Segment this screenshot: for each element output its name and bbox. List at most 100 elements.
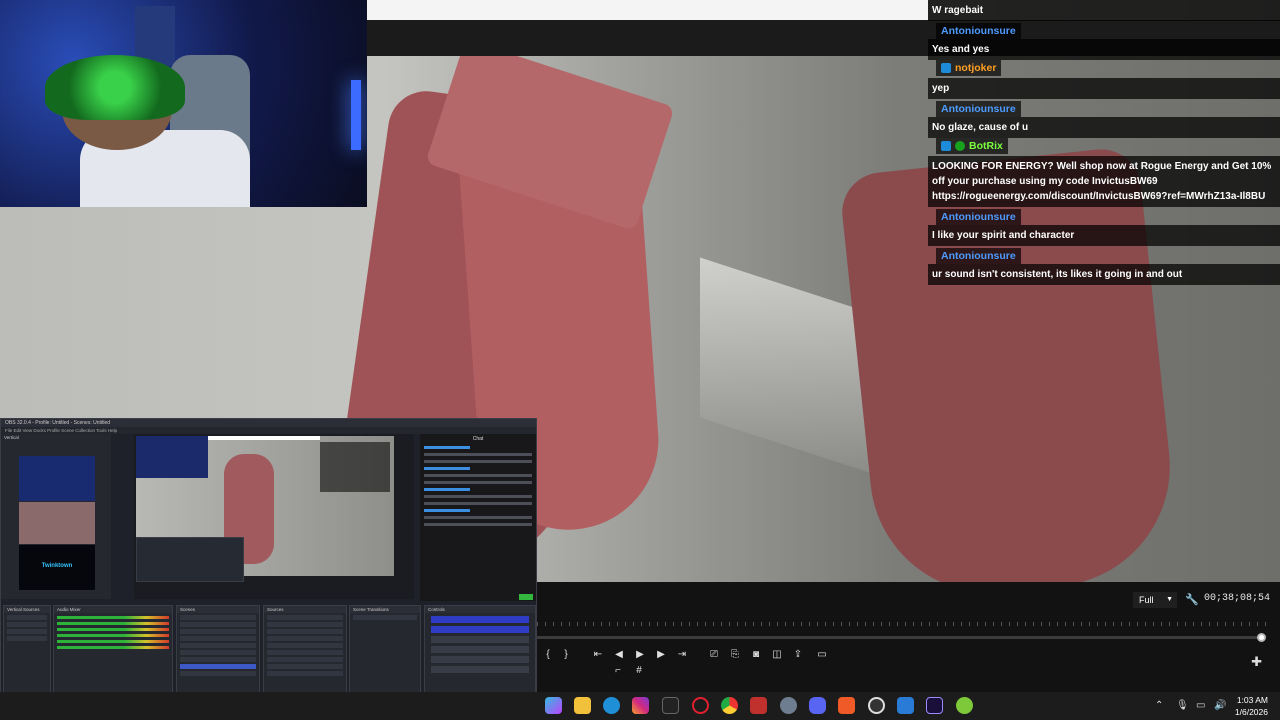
audio-meter[interactable] xyxy=(57,628,169,631)
bot-badge-icon xyxy=(941,141,951,151)
source-row[interactable] xyxy=(267,622,343,627)
step-forward-icon[interactable]: ▶ xyxy=(654,649,668,661)
step-back-icon[interactable]: ◀ xyxy=(612,649,626,661)
wrench-icon[interactable]: 🔧 xyxy=(1185,594,1199,606)
copilot-icon[interactable] xyxy=(545,697,562,714)
obs-chat-send-button[interactable] xyxy=(519,594,533,600)
snap-icon[interactable]: ⌐ xyxy=(611,665,625,677)
chat-username[interactable]: BotRix xyxy=(969,140,1003,152)
audio-meter[interactable] xyxy=(57,622,169,625)
scene-row[interactable] xyxy=(180,615,256,620)
obs-program-view[interactable] xyxy=(134,434,414,599)
chat-username[interactable]: Antoniounsure xyxy=(941,103,1016,115)
timeline-ruler[interactable] xyxy=(537,622,1272,626)
safe-margins-icon[interactable]: ▭ xyxy=(815,649,829,661)
obs-vertical-preview[interactable]: Vertical Twinktown xyxy=(1,434,111,599)
camera-icon[interactable]: ◙ xyxy=(749,649,763,661)
scrubber-handle[interactable] xyxy=(1257,633,1266,642)
compare-icon[interactable]: ◫ xyxy=(770,649,784,661)
scene-row[interactable] xyxy=(180,636,256,641)
obs-chat-dock[interactable]: Chat xyxy=(420,434,536,604)
edge-icon[interactable] xyxy=(603,697,620,714)
video-icon[interactable] xyxy=(750,697,767,714)
brave-icon[interactable] xyxy=(838,697,855,714)
file-explorer-icon[interactable] xyxy=(574,697,591,714)
go-to-in-icon[interactable]: ⇤ xyxy=(591,649,605,661)
start-replay-button[interactable] xyxy=(431,636,529,643)
next-icon[interactable] xyxy=(662,697,679,714)
discord-icon[interactable] xyxy=(809,697,826,714)
settings-button[interactable] xyxy=(431,666,529,673)
virtual-camera-button[interactable] xyxy=(431,646,529,653)
play-icon[interactable]: ▶ xyxy=(633,649,647,661)
obs-dock-scenes[interactable]: Scenes xyxy=(176,605,260,705)
audio-meter[interactable] xyxy=(57,640,169,643)
opera-icon[interactable] xyxy=(692,697,709,714)
chat-username[interactable]: Antoniounsure xyxy=(941,250,1016,262)
start-recording-button[interactable] xyxy=(431,626,529,633)
chat-message: notjoker yep xyxy=(928,60,1280,99)
chevron-up-icon[interactable]: ⌃ xyxy=(1155,700,1163,711)
dock-header: Scene Transitions xyxy=(350,606,420,613)
obs-menu-bar[interactable]: File Edit View Docks Profile Scene Colle… xyxy=(1,427,536,434)
scene-row[interactable] xyxy=(180,643,256,648)
scene-row[interactable] xyxy=(180,671,256,676)
source-row[interactable] xyxy=(267,664,343,669)
add-button-icon[interactable]: ✚ xyxy=(1251,654,1262,670)
chat-text: No glaze, cause of u xyxy=(928,117,1280,138)
microphone-icon[interactable]: 🎙 xyxy=(1176,700,1189,711)
display-icon[interactable]: ▭ xyxy=(1196,700,1205,711)
quality-select[interactable]: Full ▼ xyxy=(1133,592,1177,608)
source-row[interactable] xyxy=(267,629,343,634)
obs-window[interactable]: OBS 32.0.4 - Profile: Untitled - Scenes:… xyxy=(0,418,537,718)
stop-streaming-button[interactable] xyxy=(431,616,529,623)
source-row[interactable] xyxy=(267,643,343,648)
studio-mode-button[interactable] xyxy=(431,656,529,663)
chrome-icon[interactable] xyxy=(721,697,738,714)
dock-row[interactable] xyxy=(7,622,47,627)
source-row[interactable] xyxy=(267,636,343,641)
chat-username[interactable]: notjoker xyxy=(955,62,996,74)
audio-meter[interactable] xyxy=(57,634,169,637)
photos-icon[interactable] xyxy=(897,697,914,714)
scrubber-track[interactable] xyxy=(537,636,1265,639)
volume-icon[interactable]: 🔊 xyxy=(1214,700,1226,711)
chat-username[interactable]: Antoniounsure xyxy=(941,25,1016,37)
grid-icon[interactable]: # xyxy=(632,665,646,677)
extract-icon[interactable]: ⎘ xyxy=(728,649,742,661)
audio-meter[interactable] xyxy=(57,646,169,649)
obs-dock-scene-transitions[interactable]: Scene Transitions xyxy=(349,605,421,705)
source-row[interactable] xyxy=(267,650,343,655)
dock-row[interactable] xyxy=(7,615,47,620)
mark-in-icon[interactable]: { xyxy=(541,649,555,661)
export-frame-icon[interactable]: ⇪ xyxy=(791,649,805,661)
dock-row[interactable] xyxy=(7,629,47,634)
obs-dock-sources[interactable]: Sources xyxy=(263,605,347,705)
obs-dock-controls[interactable]: Controls xyxy=(424,605,536,705)
obs-dock-vertical-sources[interactable]: Vertical Sources xyxy=(3,605,51,705)
instagram-icon[interactable] xyxy=(632,697,649,714)
source-row[interactable] xyxy=(267,657,343,662)
obs-dock-audio-mixer[interactable]: Audio Mixer xyxy=(53,605,173,705)
android-icon[interactable] xyxy=(956,697,973,714)
audio-meter[interactable] xyxy=(57,616,169,619)
settings-icon[interactable] xyxy=(780,697,797,714)
obs-icon[interactable] xyxy=(868,697,885,714)
premiere-icon[interactable] xyxy=(926,697,943,714)
obs-chat-line xyxy=(424,474,532,477)
source-row[interactable] xyxy=(267,615,343,620)
dock-row[interactable] xyxy=(7,636,47,641)
go-to-out-icon[interactable]: ⇥ xyxy=(675,649,689,661)
scene-row[interactable] xyxy=(180,650,256,655)
scene-row[interactable] xyxy=(180,657,256,662)
clock[interactable]: 1:03 AM 1/6/2026 xyxy=(1235,694,1268,718)
source-row[interactable] xyxy=(267,671,343,676)
lift-icon[interactable]: ⎚ xyxy=(707,649,721,661)
scene-row[interactable] xyxy=(180,629,256,634)
scene-row[interactable] xyxy=(180,622,256,627)
transition-select[interactable] xyxy=(353,615,417,620)
scene-row-selected[interactable] xyxy=(180,664,256,669)
chat-username[interactable]: Antoniounsure xyxy=(941,211,1016,223)
mark-out-icon[interactable]: } xyxy=(559,649,573,661)
obs-title-bar[interactable]: OBS 32.0.4 - Profile: Untitled - Scenes:… xyxy=(1,419,536,427)
